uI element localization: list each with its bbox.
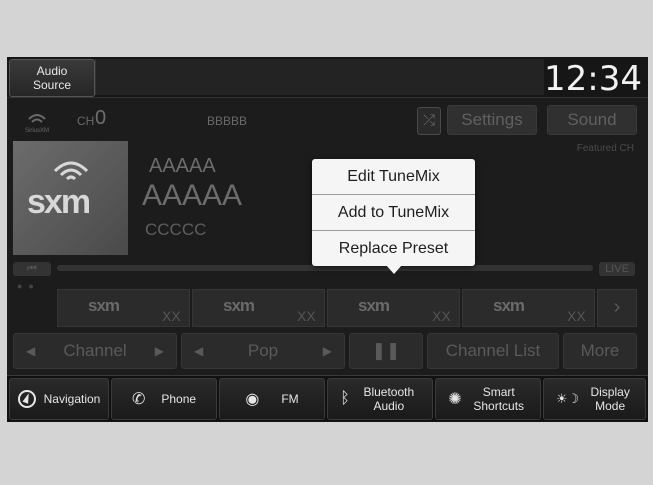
- preset-logo: sxm: [223, 296, 255, 315]
- category-next-icon[interactable]: ▶: [323, 334, 332, 368]
- skip-back-icon[interactable]: ⏮: [13, 262, 51, 276]
- pause-icon[interactable]: ❚❚: [349, 333, 423, 369]
- category-label: Pop: [247, 341, 279, 360]
- preset-1[interactable]: sxm XX: [57, 289, 190, 327]
- phone-icon: ✆: [131, 391, 146, 408]
- channel-next-icon[interactable]: ▶: [155, 334, 164, 368]
- album-art-logo: sxm: [27, 183, 91, 221]
- radio-icon: ◉: [245, 391, 260, 408]
- smart-shortcuts-label: Smart Shortcuts: [473, 385, 525, 413]
- preset-number: XX: [297, 308, 316, 324]
- shuffle-icon[interactable]: ⤮: [417, 107, 441, 135]
- display-mode-label: Display Mode: [590, 385, 630, 413]
- navigation-icon: [17, 390, 36, 408]
- infotainment-screen: Audio Source 12:34 SiriusXM CH 0 BBBBB ⤮…: [7, 57, 648, 422]
- preset-popup-menu: Edit TuneMix Add to TuneMix Replace Pres…: [312, 159, 475, 266]
- fm-button[interactable]: ◉ FM: [219, 378, 325, 420]
- category-prev-icon[interactable]: ◀: [194, 334, 203, 368]
- preset-logo: sxm: [358, 296, 390, 315]
- navigation-button[interactable]: Navigation: [9, 378, 109, 420]
- page-dots: ●●: [17, 281, 40, 291]
- status-strip: [95, 59, 544, 95]
- bluetooth-icon: ᛒ: [340, 390, 350, 407]
- channel-prev-icon[interactable]: ◀: [26, 334, 35, 368]
- navigation-label: Navigation: [43, 392, 101, 406]
- preset-2[interactable]: sxm XX: [192, 289, 325, 327]
- channel-control[interactable]: ◀ Channel ▶: [13, 333, 177, 369]
- channel-prefix: CH: [77, 114, 95, 128]
- bluetooth-audio-button[interactable]: ᛒ Bluetooth Audio: [327, 378, 433, 420]
- phone-button[interactable]: ✆ Phone: [111, 378, 217, 420]
- bottom-nav-bar: Navigation ✆ Phone ◉ FM ᛒ Bluetooth Audi…: [7, 375, 648, 422]
- signal-icon: [53, 161, 89, 181]
- preset-logo: sxm: [88, 296, 120, 315]
- live-button[interactable]: LIVE: [599, 262, 635, 276]
- preset-number: XX: [432, 308, 451, 324]
- clock: 12:34: [544, 59, 642, 99]
- preset-number: XX: [162, 308, 181, 324]
- presets-next-icon[interactable]: ›: [597, 289, 637, 327]
- edit-tunemix-item[interactable]: Edit TuneMix: [312, 159, 475, 194]
- featured-channel-label: Featured CH: [576, 143, 634, 154]
- svg-text:SiriusXM: SiriusXM: [25, 128, 49, 134]
- channel-label: Channel: [63, 341, 127, 360]
- preset-3[interactable]: sxm XX: [327, 289, 460, 327]
- fm-label: FM: [281, 392, 299, 406]
- audio-source-button[interactable]: Audio Source: [9, 59, 95, 97]
- siriusxm-logo-icon: SiriusXM: [25, 114, 49, 134]
- artist-line: AAAAA: [149, 155, 216, 177]
- settings-button[interactable]: Settings: [447, 105, 537, 135]
- smart-shortcuts-button[interactable]: ✺ Smart Shortcuts: [435, 378, 541, 420]
- phone-label: Phone: [161, 392, 197, 406]
- sound-button[interactable]: Sound: [547, 105, 637, 135]
- add-to-tunemix-item[interactable]: Add to TuneMix: [312, 195, 475, 230]
- channel-list-button[interactable]: Channel List: [427, 333, 559, 369]
- channel-number: 0: [95, 107, 107, 129]
- title-line: AAAAA: [142, 179, 243, 212]
- bluetooth-label: Bluetooth Audio: [363, 385, 415, 413]
- channel-name: BBBBB: [207, 114, 248, 128]
- more-button[interactable]: More: [563, 333, 637, 369]
- day-night-icon: ☀☽: [555, 391, 580, 406]
- smart-shortcuts-icon: ✺: [448, 391, 462, 408]
- replace-preset-item[interactable]: Replace Preset: [312, 231, 475, 266]
- category-control[interactable]: ◀ Pop ▶: [181, 333, 345, 369]
- preset-4[interactable]: sxm XX: [462, 289, 595, 327]
- info-line: CCCCC: [145, 220, 207, 239]
- display-mode-button[interactable]: ☀☽ Display Mode: [543, 378, 646, 420]
- audio-source-label: Audio Source: [32, 64, 72, 92]
- preset-logo: sxm: [493, 296, 525, 315]
- popup-pointer: [386, 265, 402, 274]
- preset-number: XX: [567, 308, 586, 324]
